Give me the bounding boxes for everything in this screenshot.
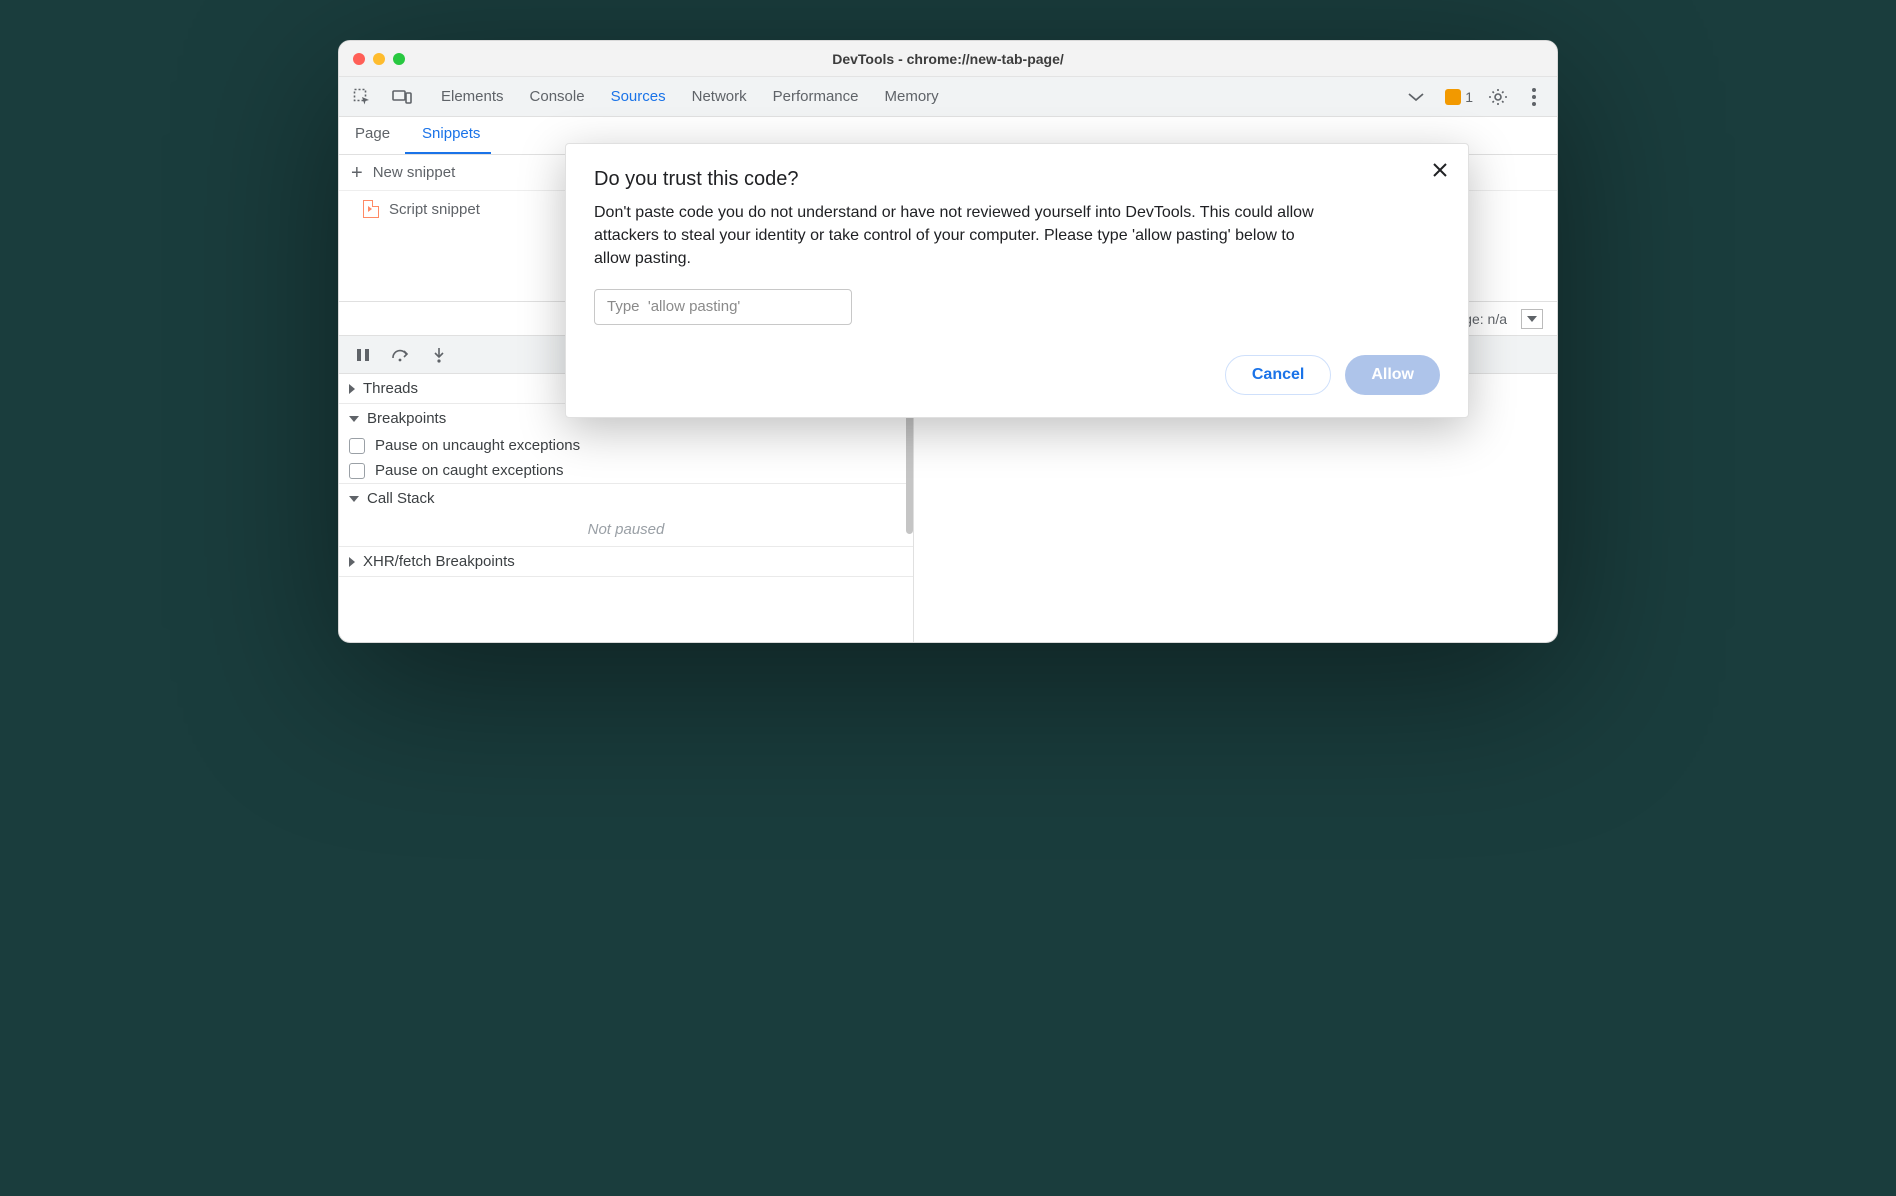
device-toolbar-icon[interactable]	[391, 86, 413, 108]
tab-network[interactable]: Network	[692, 88, 747, 105]
trust-code-dialog: Do you trust this code? Don't paste code…	[565, 143, 1469, 418]
window-minimize-button[interactable]	[373, 53, 385, 65]
warnings-badge[interactable]: 1	[1445, 89, 1473, 105]
threads-label: Threads	[363, 380, 418, 397]
warning-icon	[1445, 89, 1461, 105]
warning-count: 1	[1465, 89, 1473, 105]
section-call-stack: Call Stack Not paused	[339, 484, 913, 547]
pause-caught-label: Pause on caught exceptions	[375, 462, 563, 479]
dialog-body: Don't paste code you do not understand o…	[594, 201, 1334, 271]
dialog-close-button[interactable]	[1426, 156, 1454, 184]
tab-console[interactable]: Console	[530, 88, 585, 105]
chevron-down-icon	[1527, 316, 1537, 322]
chevron-right-icon	[349, 384, 355, 394]
tab-memory[interactable]: Memory	[885, 88, 939, 105]
xhr-breakpoints-label: XHR/fetch Breakpoints	[363, 553, 515, 570]
dialog-title: Do you trust this code?	[594, 168, 1440, 191]
subtab-snippets[interactable]: Snippets	[406, 117, 496, 154]
step-over-icon[interactable]	[391, 345, 411, 365]
pause-uncaught-row[interactable]: Pause on uncaught exceptions	[339, 433, 913, 458]
pause-uncaught-label: Pause on uncaught exceptions	[375, 437, 580, 454]
more-tabs-icon[interactable]	[1405, 86, 1427, 108]
plus-icon: +	[351, 163, 363, 183]
settings-gear-icon[interactable]	[1487, 86, 1509, 108]
subtab-page[interactable]: Page	[339, 117, 406, 154]
allow-pasting-input[interactable]	[594, 289, 852, 325]
inspect-element-icon[interactable]	[351, 86, 373, 108]
breakpoints-label: Breakpoints	[367, 410, 446, 427]
section-xhr-breakpoints: XHR/fetch Breakpoints	[339, 547, 913, 577]
checkbox-uncaught[interactable]	[349, 438, 365, 454]
editor-footer-toggle[interactable]	[1521, 309, 1543, 329]
tab-elements[interactable]: Elements	[441, 88, 504, 105]
new-snippet-label: New snippet	[373, 164, 456, 181]
call-stack-label: Call Stack	[367, 490, 435, 507]
window-traffic-lights[interactable]	[353, 53, 405, 65]
pause-caught-row[interactable]: Pause on caught exceptions	[339, 458, 913, 483]
snippet-file-label: Script snippet	[389, 201, 480, 218]
checkbox-caught[interactable]	[349, 463, 365, 479]
cancel-button[interactable]: Cancel	[1225, 355, 1331, 395]
tab-performance[interactable]: Performance	[773, 88, 859, 105]
window-close-button[interactable]	[353, 53, 365, 65]
allow-button[interactable]: Allow	[1345, 355, 1440, 395]
chevron-right-icon	[349, 557, 355, 567]
call-stack-status: Not paused	[339, 513, 913, 546]
chevron-down-icon	[349, 416, 359, 422]
window-title: DevTools - chrome://new-tab-page/	[339, 51, 1557, 67]
window-titlebar: DevTools - chrome://new-tab-page/	[339, 41, 1557, 77]
main-tab-list: Elements Console Sources Network Perform…	[441, 88, 1387, 105]
window-maximize-button[interactable]	[393, 53, 405, 65]
kebab-menu-icon[interactable]	[1523, 86, 1545, 108]
pause-resume-icon[interactable]	[353, 345, 373, 365]
devtools-app: DevTools - chrome://new-tab-page/ Elemen…	[339, 41, 1557, 642]
main-tabs-bar: Elements Console Sources Network Perform…	[339, 77, 1557, 117]
tab-sources[interactable]: Sources	[611, 88, 666, 105]
snippet-file-icon	[363, 200, 379, 218]
step-into-icon[interactable]	[429, 345, 449, 365]
chevron-down-icon	[349, 496, 359, 502]
